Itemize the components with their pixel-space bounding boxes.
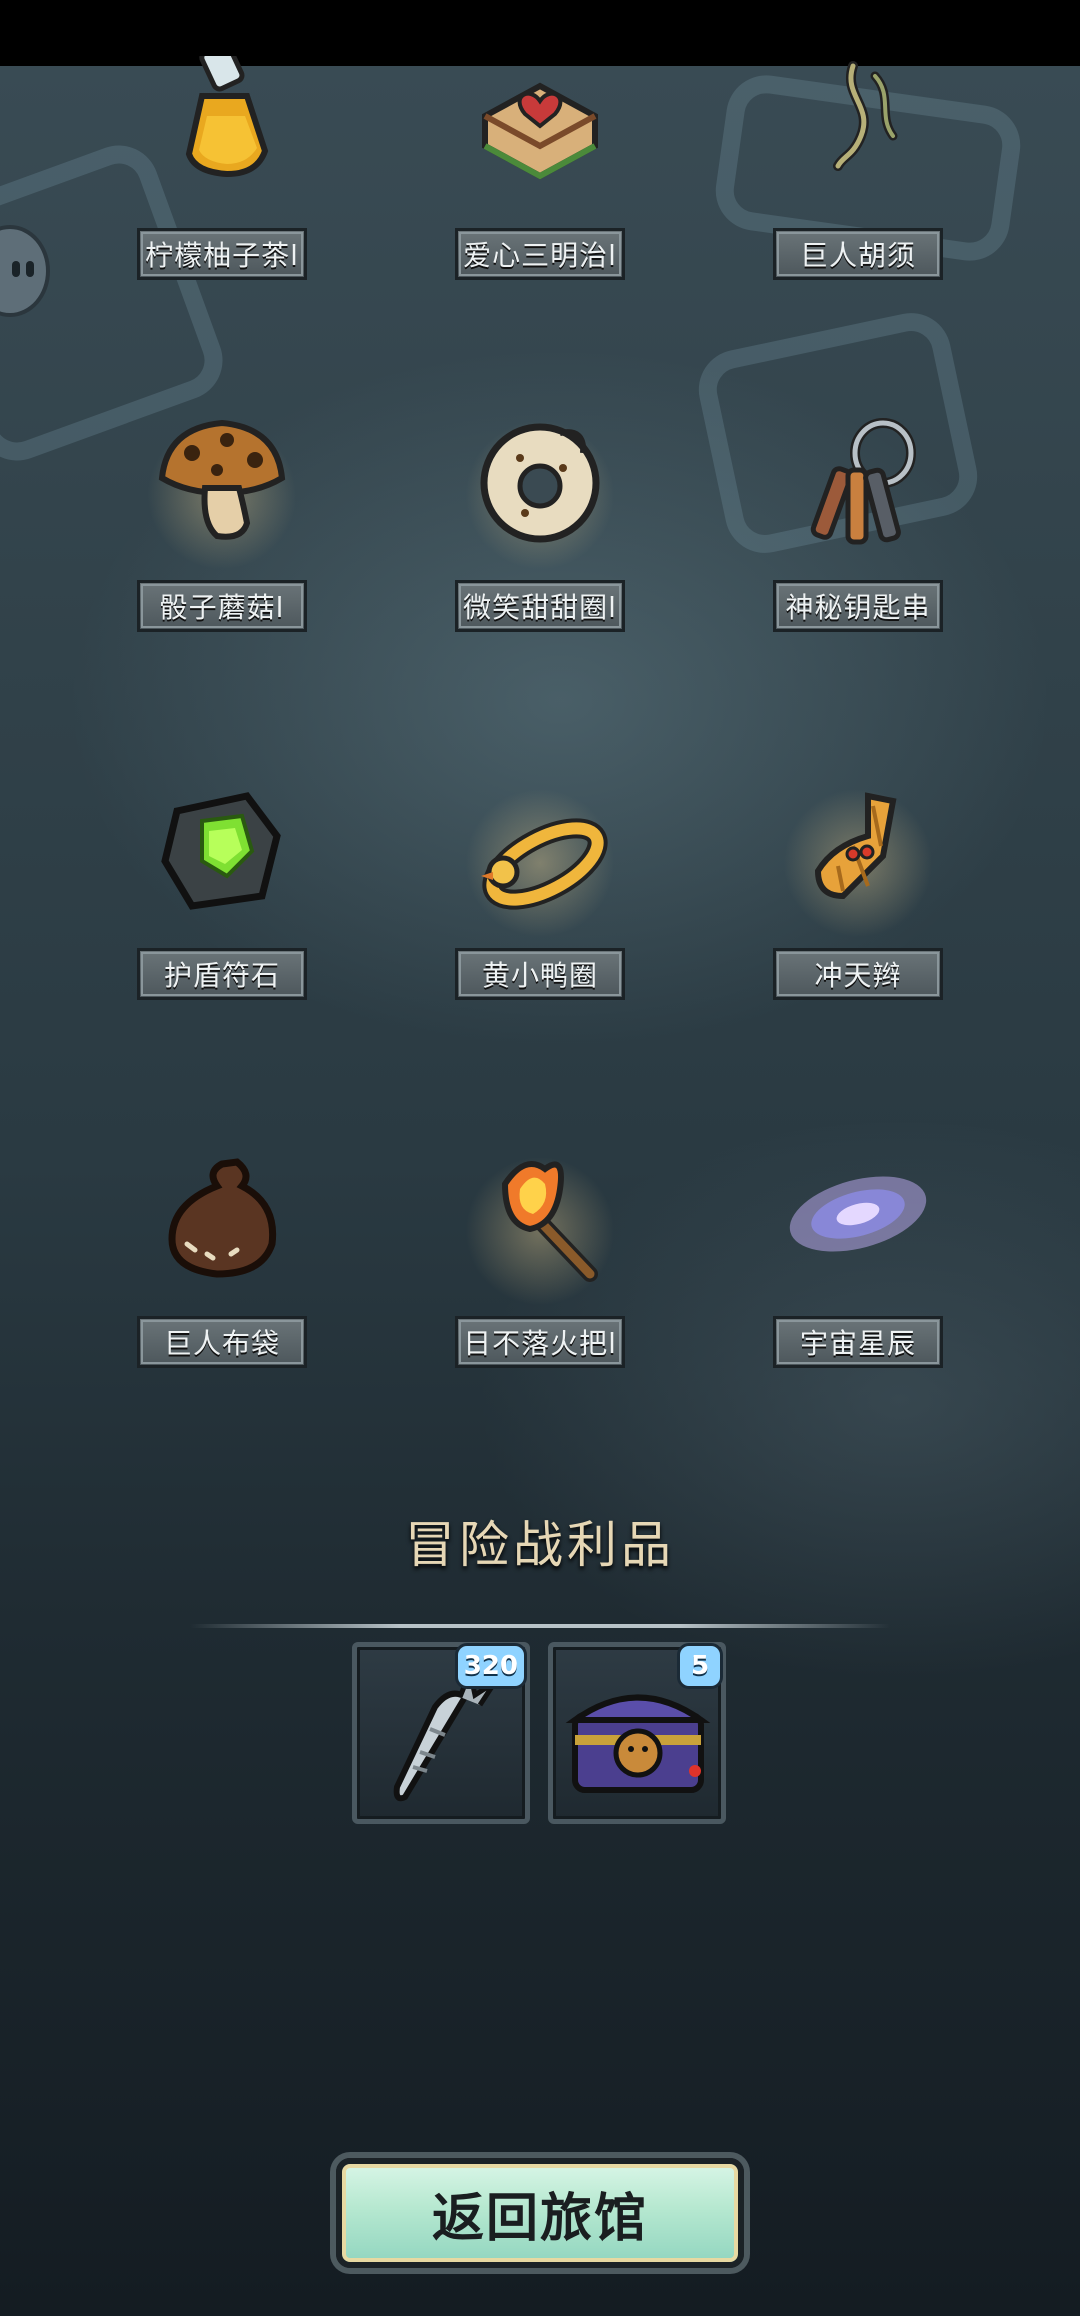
item-label: 神秘钥匙串 bbox=[773, 580, 943, 632]
key-ring-icon bbox=[783, 408, 933, 558]
item-label: 爱心三明治l bbox=[455, 228, 625, 280]
item-label: 宇宙星辰 bbox=[773, 1316, 943, 1368]
item-card[interactable]: 巨人布袋 bbox=[62, 1144, 382, 1404]
galaxy-icon bbox=[783, 1144, 933, 1294]
item-card[interactable]: 爱心三明治l bbox=[380, 56, 700, 316]
item-card[interactable]: 日不落火把l bbox=[380, 1144, 700, 1404]
item-label: 柠檬柚子茶l bbox=[137, 228, 307, 280]
item-card[interactable]: 宇宙星辰 bbox=[698, 1144, 1018, 1404]
item-card[interactable]: 微笑甜甜圈l bbox=[380, 408, 700, 668]
potion-bottle-icon bbox=[147, 41, 297, 206]
item-label: 骰子蘑菇l bbox=[137, 580, 307, 632]
item-label: 巨人布袋 bbox=[137, 1316, 307, 1368]
duck-float-ring-icon bbox=[465, 776, 615, 926]
heart-sandwich-icon bbox=[465, 56, 615, 206]
monkey-treasure-chest-icon bbox=[563, 1675, 713, 1809]
shield-rune-stone-icon bbox=[147, 776, 297, 926]
dice-mushroom-icon bbox=[147, 408, 297, 558]
item-label: 日不落火把l bbox=[455, 1316, 625, 1368]
item-card[interactable]: 冲天辫 bbox=[698, 776, 1018, 1036]
item-card[interactable]: 神秘钥匙串 bbox=[698, 408, 1018, 668]
item-label: 巨人胡须 bbox=[773, 228, 943, 280]
item-label: 冲天辫 bbox=[773, 948, 943, 1000]
quantity-badge: 5 bbox=[677, 1643, 723, 1689]
quantity-badge: 320 bbox=[454, 1643, 527, 1689]
smile-donut-icon bbox=[465, 408, 615, 558]
return-to-inn-button[interactable]: 返回旅馆 bbox=[336, 2158, 744, 2268]
item-card[interactable]: 巨人胡须 bbox=[698, 56, 1018, 316]
loot-slot-chest[interactable]: 5 bbox=[548, 1642, 726, 1824]
giant-beard-icon bbox=[783, 56, 933, 206]
loot-title: 冒险战利品 bbox=[405, 1516, 675, 1574]
loot-divider bbox=[190, 1624, 890, 1628]
item-label: 微笑甜甜圈l bbox=[455, 580, 625, 632]
item-card[interactable]: 柠檬柚子茶l bbox=[62, 41, 382, 316]
item-label: 黄小鸭圈 bbox=[455, 948, 625, 1000]
giant-sack-icon bbox=[147, 1144, 297, 1294]
torch-icon bbox=[465, 1144, 615, 1294]
item-label: 护盾符石 bbox=[137, 948, 307, 1000]
pigtail-icon bbox=[783, 776, 933, 926]
item-card[interactable]: 黄小鸭圈 bbox=[380, 776, 700, 1036]
loot-slot-carrot[interactable]: 320 bbox=[352, 1642, 530, 1824]
item-card[interactable]: 骰子蘑菇l bbox=[62, 408, 382, 668]
item-card[interactable]: 护盾符石 bbox=[62, 776, 382, 1036]
